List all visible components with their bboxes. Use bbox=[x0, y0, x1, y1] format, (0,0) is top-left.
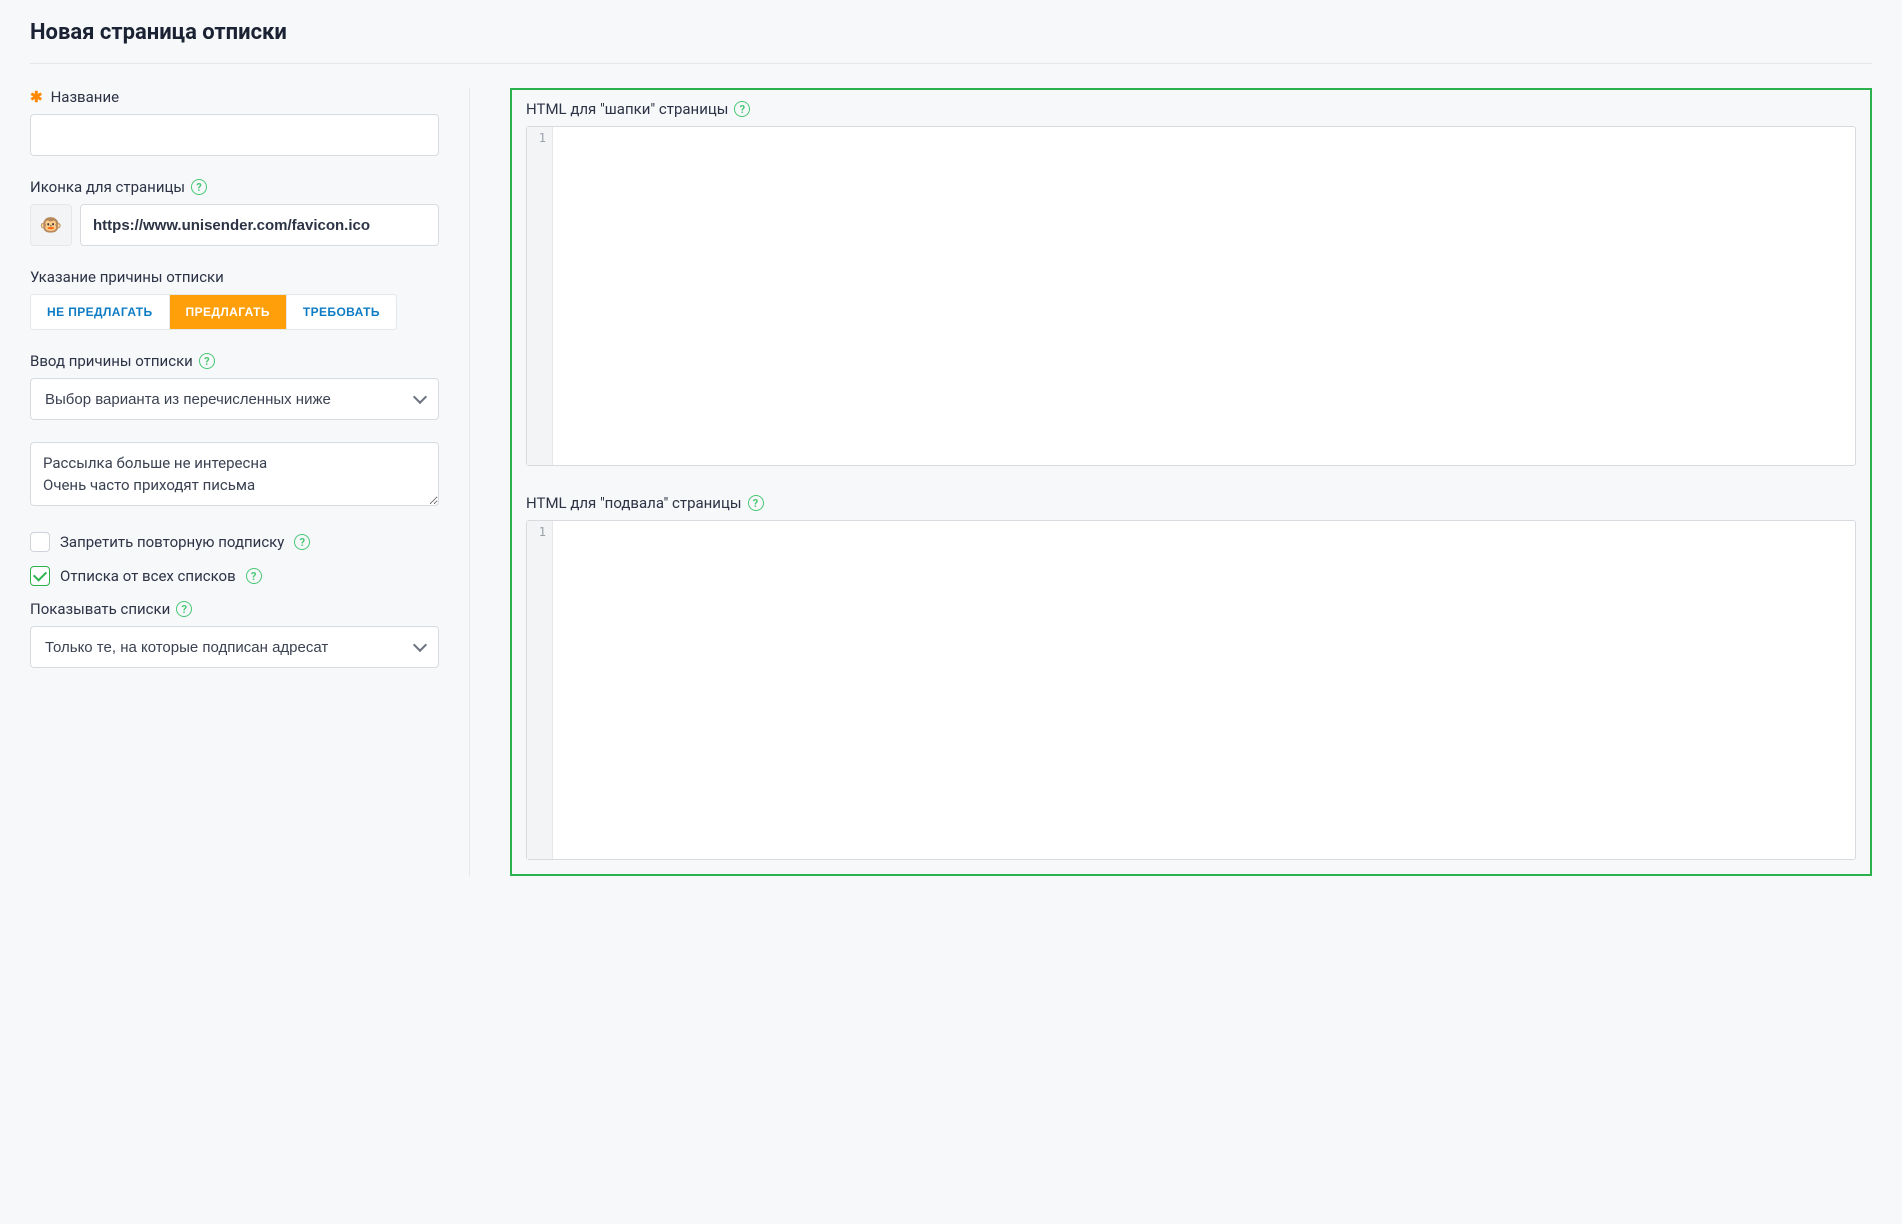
favicon-url-input[interactable] bbox=[80, 204, 439, 246]
reason-input-label: Ввод причины отписки bbox=[30, 352, 193, 370]
html-editors-panel: HTML для "шапки" страницы ? 1 HTML для "… bbox=[510, 88, 1872, 876]
reason-input-select-wrapper: Выбор варианта из перечисленных ниже bbox=[30, 378, 439, 420]
favicon-preview: 🐵 bbox=[30, 204, 72, 246]
settings-panel: ✱ Название Иконка для страницы ? 🐵 Указа… bbox=[30, 88, 470, 876]
name-input[interactable] bbox=[30, 114, 439, 156]
reason-mode-none-button[interactable]: НЕ ПРЕДЛАГАТЬ bbox=[31, 295, 170, 329]
favicon-label: Иконка для страницы bbox=[30, 178, 185, 196]
line-number: 1 bbox=[533, 525, 546, 539]
unsubscribe-all-label: Отписка от всех списков bbox=[60, 567, 236, 585]
editor-gutter: 1 bbox=[527, 521, 553, 859]
footer-html-editor[interactable]: 1 bbox=[526, 520, 1856, 860]
help-icon[interactable]: ? bbox=[199, 353, 215, 369]
help-icon[interactable]: ? bbox=[176, 601, 192, 617]
favicon-icon: 🐵 bbox=[40, 215, 62, 236]
show-lists-select-wrapper: Только те, на которые подписан адресат bbox=[30, 626, 439, 668]
footer-html-label: HTML для "подвала" страницы bbox=[526, 494, 742, 512]
forbid-resubscribe-checkbox[interactable] bbox=[30, 532, 50, 552]
required-indicator: ✱ bbox=[30, 88, 43, 106]
help-icon[interactable]: ? bbox=[734, 101, 750, 117]
editor-gutter: 1 bbox=[527, 127, 553, 465]
reasons-textarea[interactable] bbox=[30, 442, 439, 506]
line-number: 1 bbox=[533, 131, 546, 145]
help-icon[interactable]: ? bbox=[748, 495, 764, 511]
reason-mode-label: Указание причины отписки bbox=[30, 268, 224, 286]
forbid-resubscribe-label: Запретить повторную подписку bbox=[60, 533, 284, 551]
header-html-code-body[interactable] bbox=[553, 127, 1855, 465]
show-lists-select[interactable]: Только те, на которые подписан адресат bbox=[30, 626, 439, 668]
name-label: Название bbox=[51, 88, 119, 106]
unsubscribe-all-checkbox[interactable] bbox=[30, 566, 50, 586]
reason-mode-require-button[interactable]: ТРЕБОВАТЬ bbox=[287, 295, 396, 329]
help-icon[interactable]: ? bbox=[294, 534, 310, 550]
footer-html-code-body[interactable] bbox=[553, 521, 1855, 859]
help-icon[interactable]: ? bbox=[246, 568, 262, 584]
reason-mode-toggle: НЕ ПРЕДЛАГАТЬ ПРЕДЛАГАТЬ ТРЕБОВАТЬ bbox=[30, 294, 397, 330]
reason-mode-offer-button[interactable]: ПРЕДЛАГАТЬ bbox=[170, 295, 287, 329]
reason-input-select[interactable]: Выбор варианта из перечисленных ниже bbox=[30, 378, 439, 420]
help-icon[interactable]: ? bbox=[191, 179, 207, 195]
header-html-editor[interactable]: 1 bbox=[526, 126, 1856, 466]
show-lists-label: Показывать списки bbox=[30, 600, 170, 618]
page-title: Новая страница отписки bbox=[30, 20, 1872, 64]
header-html-label: HTML для "шапки" страницы bbox=[526, 100, 728, 118]
